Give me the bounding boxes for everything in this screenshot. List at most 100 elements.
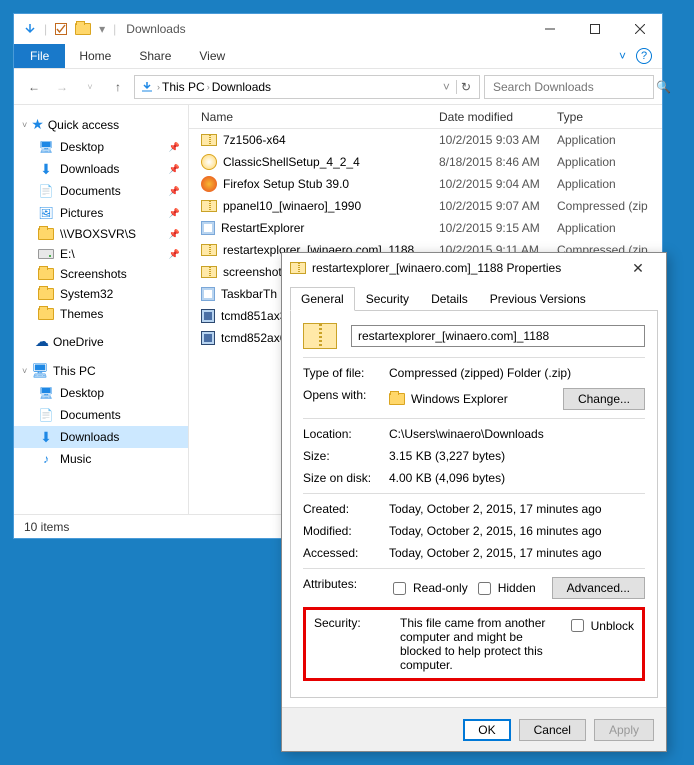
crumb-thispc[interactable]: This PC (162, 80, 205, 94)
sidebar-onedrive[interactable]: ☁OneDrive (14, 330, 188, 353)
qat-separator: | (44, 22, 47, 36)
up-button[interactable]: ↑ (106, 75, 130, 99)
change-button[interactable]: Change... (563, 388, 645, 410)
sidebar-item-label: \\VBOXSVR\S (60, 227, 136, 241)
ribbon-share-tab[interactable]: Share (125, 45, 185, 67)
refresh-icon[interactable]: ↻ (456, 80, 475, 94)
tab-security[interactable]: Security (355, 287, 420, 311)
forward-button[interactable]: → (50, 75, 74, 99)
sidebar-item[interactable]: 📄Documents📌 (14, 180, 188, 202)
sidebar-item[interactable]: ⬇Downloads (14, 426, 188, 448)
column-headers: Name Date modified Type (189, 105, 662, 129)
zip-icon (201, 244, 217, 256)
sidebar-item[interactable]: 📄 Documents (14, 404, 188, 426)
sidebar-item-label: Documents (60, 408, 121, 422)
ribbon-view-tab[interactable]: View (185, 45, 239, 67)
tab-details[interactable]: Details (420, 287, 479, 311)
file-row[interactable]: RestartExplorer10/2/2015 9:15 AMApplicat… (189, 217, 662, 239)
file-row[interactable]: Firefox Setup Stub 39.010/2/2015 9:04 AM… (189, 173, 662, 195)
file-type: Application (557, 133, 662, 147)
sidebar-item[interactable]: ♪Music (14, 448, 188, 470)
readonly-checkbox[interactable]: Read-only (389, 579, 468, 598)
col-date[interactable]: Date modified (439, 110, 557, 124)
sidebar-item[interactable]: Screenshots (14, 264, 188, 284)
ribbon: File Home Share View ˅ ? (14, 44, 662, 69)
advanced-button[interactable]: Advanced... (552, 577, 645, 599)
file-type-icon (303, 323, 337, 349)
ok-button[interactable]: OK (463, 719, 510, 741)
hidden-checkbox[interactable]: Hidden (474, 579, 536, 598)
sidebar-quickaccess-label: Quick access (48, 118, 119, 132)
crumb-downloads[interactable]: Downloads (212, 80, 271, 94)
pin-icon: 📌 (169, 142, 180, 153)
file-date: 10/2/2015 9:04 AM (439, 177, 557, 191)
breadcrumb[interactable]: › This PC › Downloads ˅ ↻ (134, 75, 480, 99)
sidebar-quickaccess[interactable]: ˅★Quick access (14, 113, 188, 136)
maximize-button[interactable] (572, 15, 617, 43)
qat-folder-icon[interactable] (75, 23, 91, 35)
sidebar-item[interactable]: 🖼Pictures📌 (14, 202, 188, 224)
readonly-label: Read-only (413, 581, 468, 595)
size-label: Size: (303, 449, 381, 463)
sidebar-item[interactable]: Themes (14, 304, 188, 324)
cancel-button[interactable]: Cancel (519, 719, 586, 741)
back-button[interactable]: ← (22, 75, 46, 99)
sidebar-item-label: Downloads (60, 162, 119, 176)
ribbon-file-tab[interactable]: File (14, 44, 65, 68)
tab-body: Type of file:Compressed (zipped) Folder … (290, 310, 658, 698)
netfolder-icon (38, 228, 54, 240)
sidebar-item[interactable]: System32 (14, 284, 188, 304)
sidebar-item-label: Downloads (60, 430, 119, 444)
help-icon[interactable]: ? (636, 48, 652, 64)
desktop-icon: 🖥 (38, 385, 54, 401)
sidebar-item[interactable]: \\VBOXSVR\S 📌 (14, 224, 188, 244)
crumb-sep2: › (207, 82, 210, 92)
search-input[interactable] (491, 79, 650, 95)
file-name: TaskbarTh (221, 287, 277, 301)
security-message: This file came from another computer and… (400, 616, 559, 672)
col-name[interactable]: Name (189, 110, 439, 124)
documents-icon: 📄 (38, 407, 54, 423)
hidden-label: Hidden (498, 581, 536, 595)
pin-icon: 📌 (169, 249, 180, 260)
sidebar-item-label: Themes (60, 307, 103, 321)
recent-dropdown[interactable]: ˅ (78, 75, 102, 99)
app-icon (201, 154, 217, 170)
filename-input[interactable] (351, 325, 645, 347)
search-box[interactable]: 🔍 (484, 75, 654, 99)
downloads-icon (139, 79, 155, 95)
file-row[interactable]: ppanel10_[winaero]_199010/2/2015 9:07 AM… (189, 195, 662, 217)
qat-check-icon[interactable] (53, 21, 69, 37)
folder-icon (38, 268, 54, 280)
sidebar-item-label: Screenshots (60, 267, 127, 281)
properties-dialog: restartexplorer_[winaero.com]_1188 Prope… (281, 252, 667, 752)
unblock-checkbox[interactable]: Unblock (567, 616, 634, 635)
drive-icon (38, 249, 54, 259)
tab-general[interactable]: General (290, 287, 355, 311)
sidebar-item[interactable]: E:\📌 (14, 244, 188, 264)
qat-down-icon[interactable] (22, 21, 38, 37)
file-row[interactable]: ClassicShellSetup_4_2_48/18/2015 8:46 AM… (189, 151, 662, 173)
sidebar-item[interactable]: 🖥Desktop📌 (14, 136, 188, 158)
tab-previous-versions[interactable]: Previous Versions (479, 287, 597, 311)
ribbon-expand-icon[interactable]: ˅ (619, 49, 626, 63)
sidebar: ˅★Quick access 🖥Desktop📌⬇Downloads📌📄Docu… (14, 105, 189, 514)
file-row[interactable]: 7z1506-x6410/2/2015 9:03 AMApplication (189, 129, 662, 151)
ribbon-home-tab[interactable]: Home (65, 45, 125, 67)
desktop-icon: 🖥 (38, 139, 54, 155)
sidebar-item[interactable]: ⬇Downloads📌 (14, 158, 188, 180)
qat-overflow-icon[interactable]: ▾ (97, 22, 107, 36)
close-button[interactable] (617, 15, 662, 43)
props-close-button[interactable]: ✕ (618, 260, 658, 277)
downloads-icon: ⬇ (38, 161, 54, 177)
app-icon (201, 287, 215, 301)
search-icon[interactable]: 🔍 (656, 80, 671, 94)
pin-icon: 📌 (169, 229, 180, 240)
crumb-history-icon[interactable]: ˅ (443, 80, 450, 94)
sidebar-item[interactable]: 🖥Desktop (14, 382, 188, 404)
apply-button[interactable]: Apply (594, 719, 654, 741)
col-type[interactable]: Type (557, 110, 662, 124)
accessed-label: Accessed: (303, 546, 381, 560)
sidebar-thispc[interactable]: ˅🖥This PC (14, 359, 188, 382)
minimize-button[interactable] (527, 15, 572, 43)
